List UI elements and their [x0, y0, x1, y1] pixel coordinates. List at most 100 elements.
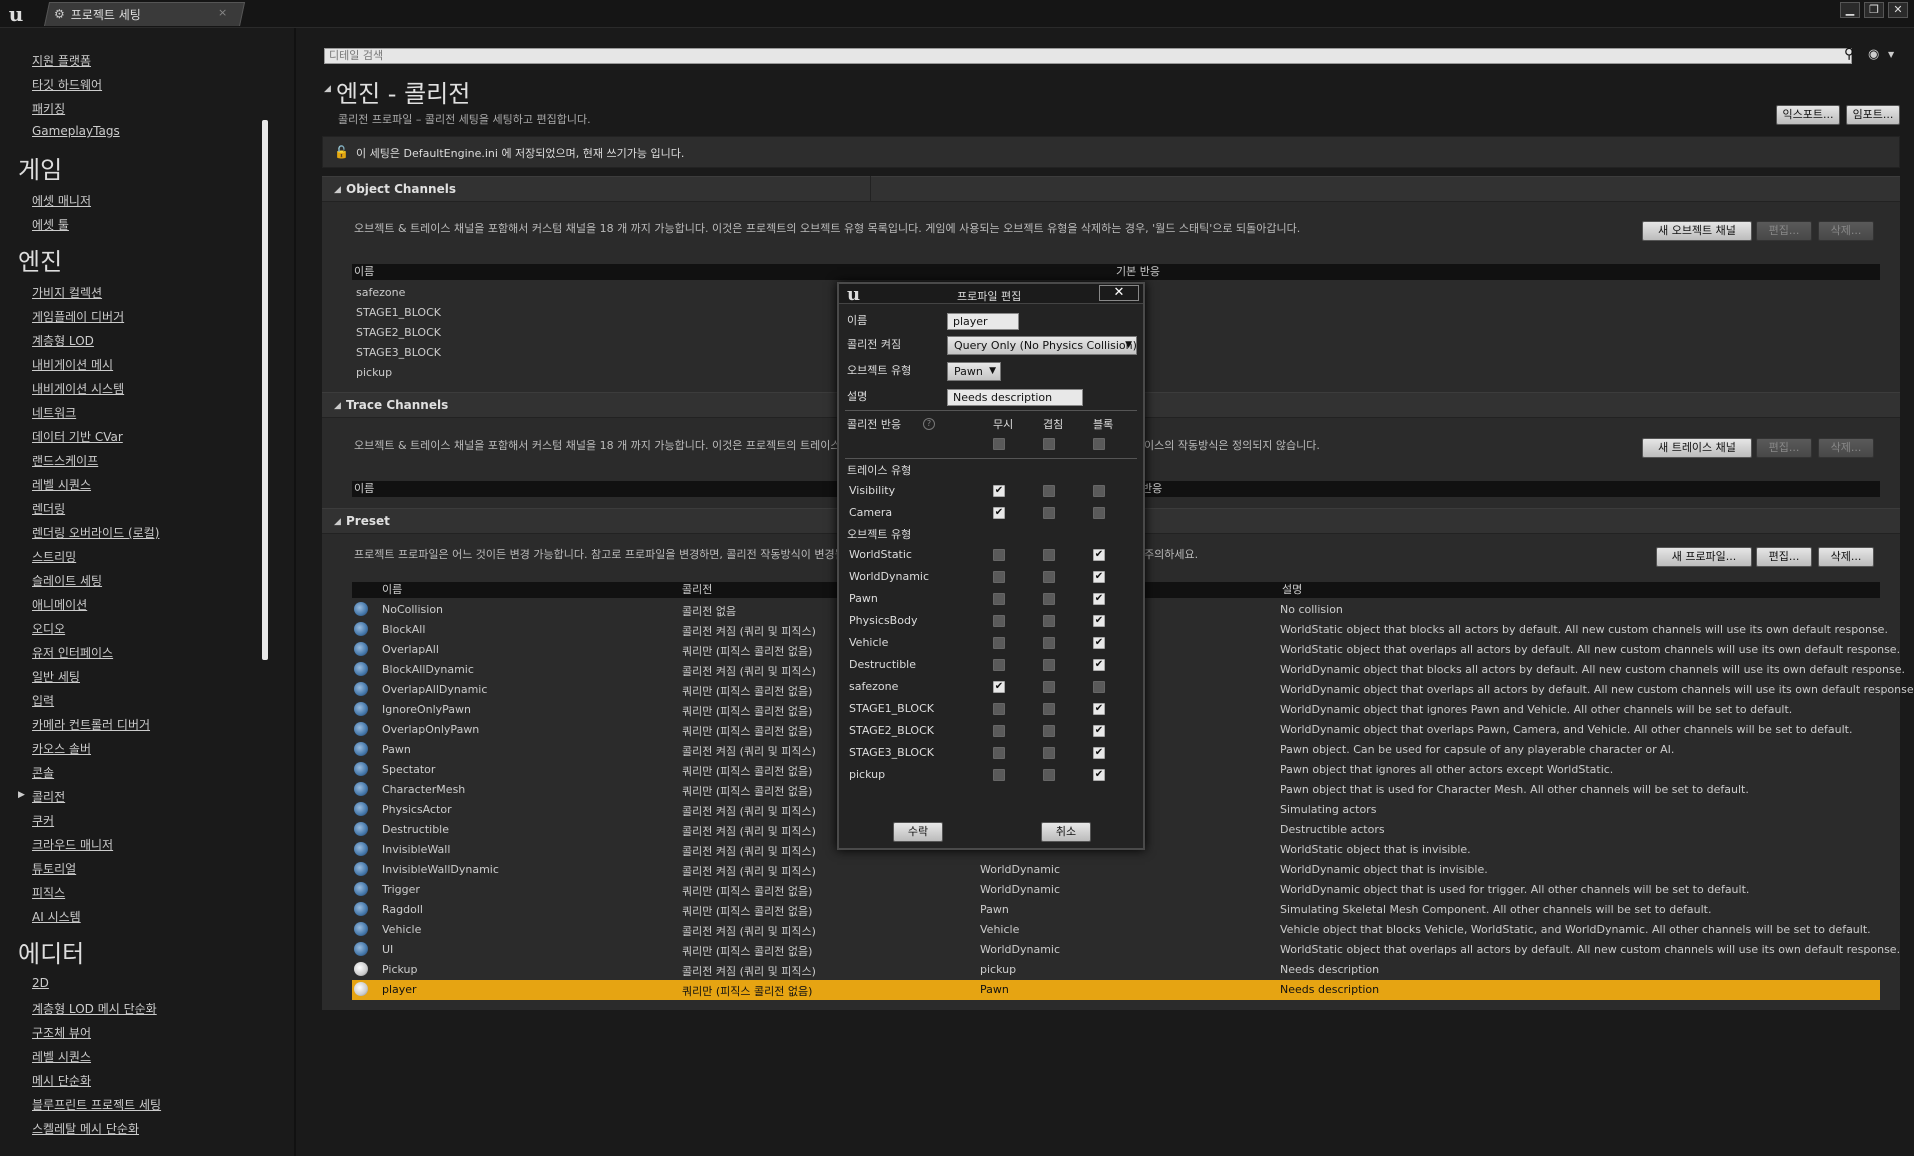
- tab-close-icon[interactable]: ×: [218, 6, 227, 19]
- maximize-button[interactable]: ❐: [1864, 2, 1884, 18]
- sidebar-item-engine-2[interactable]: 계층형 LOD: [32, 332, 94, 349]
- overlap-checkbox[interactable]: [1043, 725, 1055, 737]
- table-row[interactable]: UI 쿼리만 (피직스 콜리전 없음) WorldDynamic WorldStati…: [352, 940, 1900, 960]
- block-checkbox[interactable]: ✔: [1093, 747, 1105, 759]
- ignore-all-checkbox[interactable]: [993, 438, 1005, 450]
- block-checkbox[interactable]: ✔: [1093, 571, 1105, 583]
- overlap-checkbox[interactable]: [1043, 615, 1055, 627]
- overlap-all-checkbox[interactable]: [1043, 438, 1055, 450]
- block-checkbox[interactable]: ✔: [1093, 769, 1105, 781]
- sidebar-item-top-3[interactable]: GameplayTags: [32, 124, 120, 138]
- sidebar-item-game-1[interactable]: 에셋 툴: [32, 216, 69, 233]
- edit-profile-button[interactable]: 편집...: [1756, 547, 1812, 567]
- dialog-title-bar[interactable]: u 프로파일 편집 ✕: [839, 284, 1143, 305]
- export-button[interactable]: 익스포트...: [1776, 105, 1840, 125]
- ignore-checkbox[interactable]: ✔: [993, 507, 1005, 519]
- object-channel-row[interactable]: STAGE3_BLOCK: [356, 346, 441, 359]
- sidebar-item-engine-20[interactable]: 콘솔: [32, 764, 54, 781]
- object-channel-row[interactable]: STAGE1_BLOCK: [356, 306, 441, 319]
- accept-button[interactable]: 수락: [893, 822, 943, 842]
- overlap-checkbox[interactable]: [1043, 703, 1055, 715]
- sidebar-item-top-0[interactable]: 지원 플랫폼: [32, 52, 91, 69]
- ignore-checkbox[interactable]: ✔: [993, 681, 1005, 693]
- sidebar-item-engine-15[interactable]: 유저 인터페이스: [32, 644, 113, 661]
- profile-description-input[interactable]: Needs description: [947, 389, 1083, 406]
- ignore-checkbox[interactable]: ✔: [993, 485, 1005, 497]
- sidebar-item-top-1[interactable]: 타깃 하드웨어: [32, 76, 102, 93]
- sidebar-item-top-2[interactable]: 패키징: [32, 100, 65, 117]
- collapse-arrow-icon[interactable]: ◢: [334, 185, 341, 195]
- overlap-checkbox[interactable]: [1043, 593, 1055, 605]
- sidebar-item-editor-1[interactable]: 계층형 LOD 메시 단순화: [32, 1000, 157, 1017]
- sidebar-item-editor-5[interactable]: 블루프린트 프로젝트 세팅: [32, 1096, 161, 1113]
- sidebar-item-engine-23[interactable]: 크라우드 매니저: [32, 836, 113, 853]
- object-channel-row[interactable]: pickup: [356, 366, 392, 379]
- new-trace-channel-button[interactable]: 새 트레이스 채널: [1642, 438, 1752, 458]
- delete-trace-channel-button[interactable]: 삭제...: [1818, 438, 1874, 458]
- overlap-checkbox[interactable]: [1043, 681, 1055, 693]
- sidebar-item-engine-7[interactable]: 랜드스케이프: [32, 452, 98, 469]
- overlap-checkbox[interactable]: [1043, 747, 1055, 759]
- block-all-checkbox[interactable]: [1093, 438, 1105, 450]
- import-button[interactable]: 임포트...: [1846, 105, 1900, 125]
- ignore-checkbox[interactable]: [993, 549, 1005, 561]
- sidebar-item-engine-6[interactable]: 데이터 기반 CVar: [32, 428, 123, 445]
- sidebar-item-engine-26[interactable]: AI 시스템: [32, 908, 81, 925]
- object-channel-row[interactable]: safezone: [356, 286, 405, 299]
- sidebar-item-engine-19[interactable]: 카오스 솔버: [32, 740, 91, 757]
- new-profile-button[interactable]: 새 프로파일...: [1656, 547, 1752, 567]
- chevron-down-icon[interactable]: ▼: [1888, 50, 1894, 59]
- new-object-channel-button[interactable]: 새 오브젝트 채널: [1642, 221, 1752, 241]
- sidebar-item-game-0[interactable]: 에셋 매니저: [32, 192, 91, 209]
- sidebar-item-editor-3[interactable]: 레벨 시퀀스: [32, 1048, 91, 1065]
- collision-enabled-select[interactable]: Query Only (No Physics Collision) ▼: [947, 336, 1137, 355]
- block-checkbox[interactable]: ✔: [1093, 659, 1105, 671]
- ignore-checkbox[interactable]: [993, 659, 1005, 671]
- object-type-select[interactable]: Pawn ▼: [947, 362, 1001, 381]
- block-checkbox[interactable]: ✔: [1093, 725, 1105, 737]
- sidebar-item-engine-11[interactable]: 스트리밍: [32, 548, 76, 565]
- dialog-close-button[interactable]: ✕: [1099, 285, 1139, 301]
- table-row[interactable]: Pickup 콜리전 켜짐 (쿼리 및 피직스) pickup Needs descr…: [352, 960, 1880, 980]
- sidebar-item-editor-4[interactable]: 메시 단순화: [32, 1072, 91, 1089]
- sidebar-item-engine-25[interactable]: 피직스: [32, 884, 65, 901]
- overlap-checkbox[interactable]: [1043, 659, 1055, 671]
- sidebar-item-engine-8[interactable]: 레벨 시퀀스: [32, 476, 91, 493]
- edit-object-channel-button[interactable]: 편집...: [1756, 221, 1812, 241]
- sidebar-item-engine-16[interactable]: 일반 세팅: [32, 668, 80, 685]
- help-icon[interactable]: ?: [923, 418, 935, 430]
- ignore-checkbox[interactable]: [993, 769, 1005, 781]
- overlap-checkbox[interactable]: [1043, 571, 1055, 583]
- sidebar-item-editor-2[interactable]: 구조체 뷰어: [32, 1024, 91, 1041]
- sidebar-item-engine-21[interactable]: 콜리전: [32, 788, 65, 805]
- sidebar-scrollbar[interactable]: [262, 120, 268, 660]
- edit-trace-channel-button[interactable]: 편집...: [1756, 438, 1812, 458]
- ignore-checkbox[interactable]: [993, 571, 1005, 583]
- profile-name-input[interactable]: player: [947, 313, 1019, 330]
- details-search-input[interactable]: 디테일 검색: [324, 48, 1852, 64]
- sidebar-item-engine-22[interactable]: 쿠커: [32, 812, 54, 829]
- block-checkbox[interactable]: ✔: [1093, 637, 1105, 649]
- sidebar-item-engine-14[interactable]: 오디오: [32, 620, 65, 637]
- ignore-checkbox[interactable]: [993, 747, 1005, 759]
- sidebar-item-engine-5[interactable]: 네트워크: [32, 404, 76, 421]
- object-channels-header[interactable]: [322, 176, 1900, 202]
- minimize-button[interactable]: ▁: [1840, 2, 1860, 18]
- table-row[interactable]: InvisibleWallDynamic 콜리전 켜짐 (쿼리 및 피직스) Wor…: [352, 860, 1880, 880]
- block-checkbox[interactable]: [1093, 681, 1105, 693]
- cancel-button[interactable]: 취소: [1041, 822, 1091, 842]
- sidebar-item-engine-10[interactable]: 렌더링 오버라이드 (로컬): [32, 524, 159, 541]
- ignore-checkbox[interactable]: [993, 703, 1005, 715]
- eye-icon[interactable]: ◉: [1868, 47, 1879, 62]
- sidebar-item-engine-13[interactable]: 애니메이션: [32, 596, 87, 613]
- ignore-checkbox[interactable]: [993, 593, 1005, 605]
- sidebar-item-editor-0[interactable]: 2D: [32, 976, 49, 990]
- delete-object-channel-button[interactable]: 삭제...: [1818, 221, 1874, 241]
- table-row[interactable]: Ragdoll 쿼리만 (피직스 콜리전 없음) Pawn Simulating Sk…: [352, 900, 1880, 920]
- collapse-arrow-icon[interactable]: ◢: [324, 84, 331, 94]
- block-checkbox[interactable]: ✔: [1093, 549, 1105, 561]
- block-checkbox[interactable]: ✔: [1093, 703, 1105, 715]
- table-row[interactable]: Vehicle 콜리전 켜짐 (쿼리 및 피직스) Vehicle Vehicle o…: [352, 920, 1880, 940]
- ignore-checkbox[interactable]: [993, 637, 1005, 649]
- sidebar-item-engine-9[interactable]: 렌더링: [32, 500, 65, 517]
